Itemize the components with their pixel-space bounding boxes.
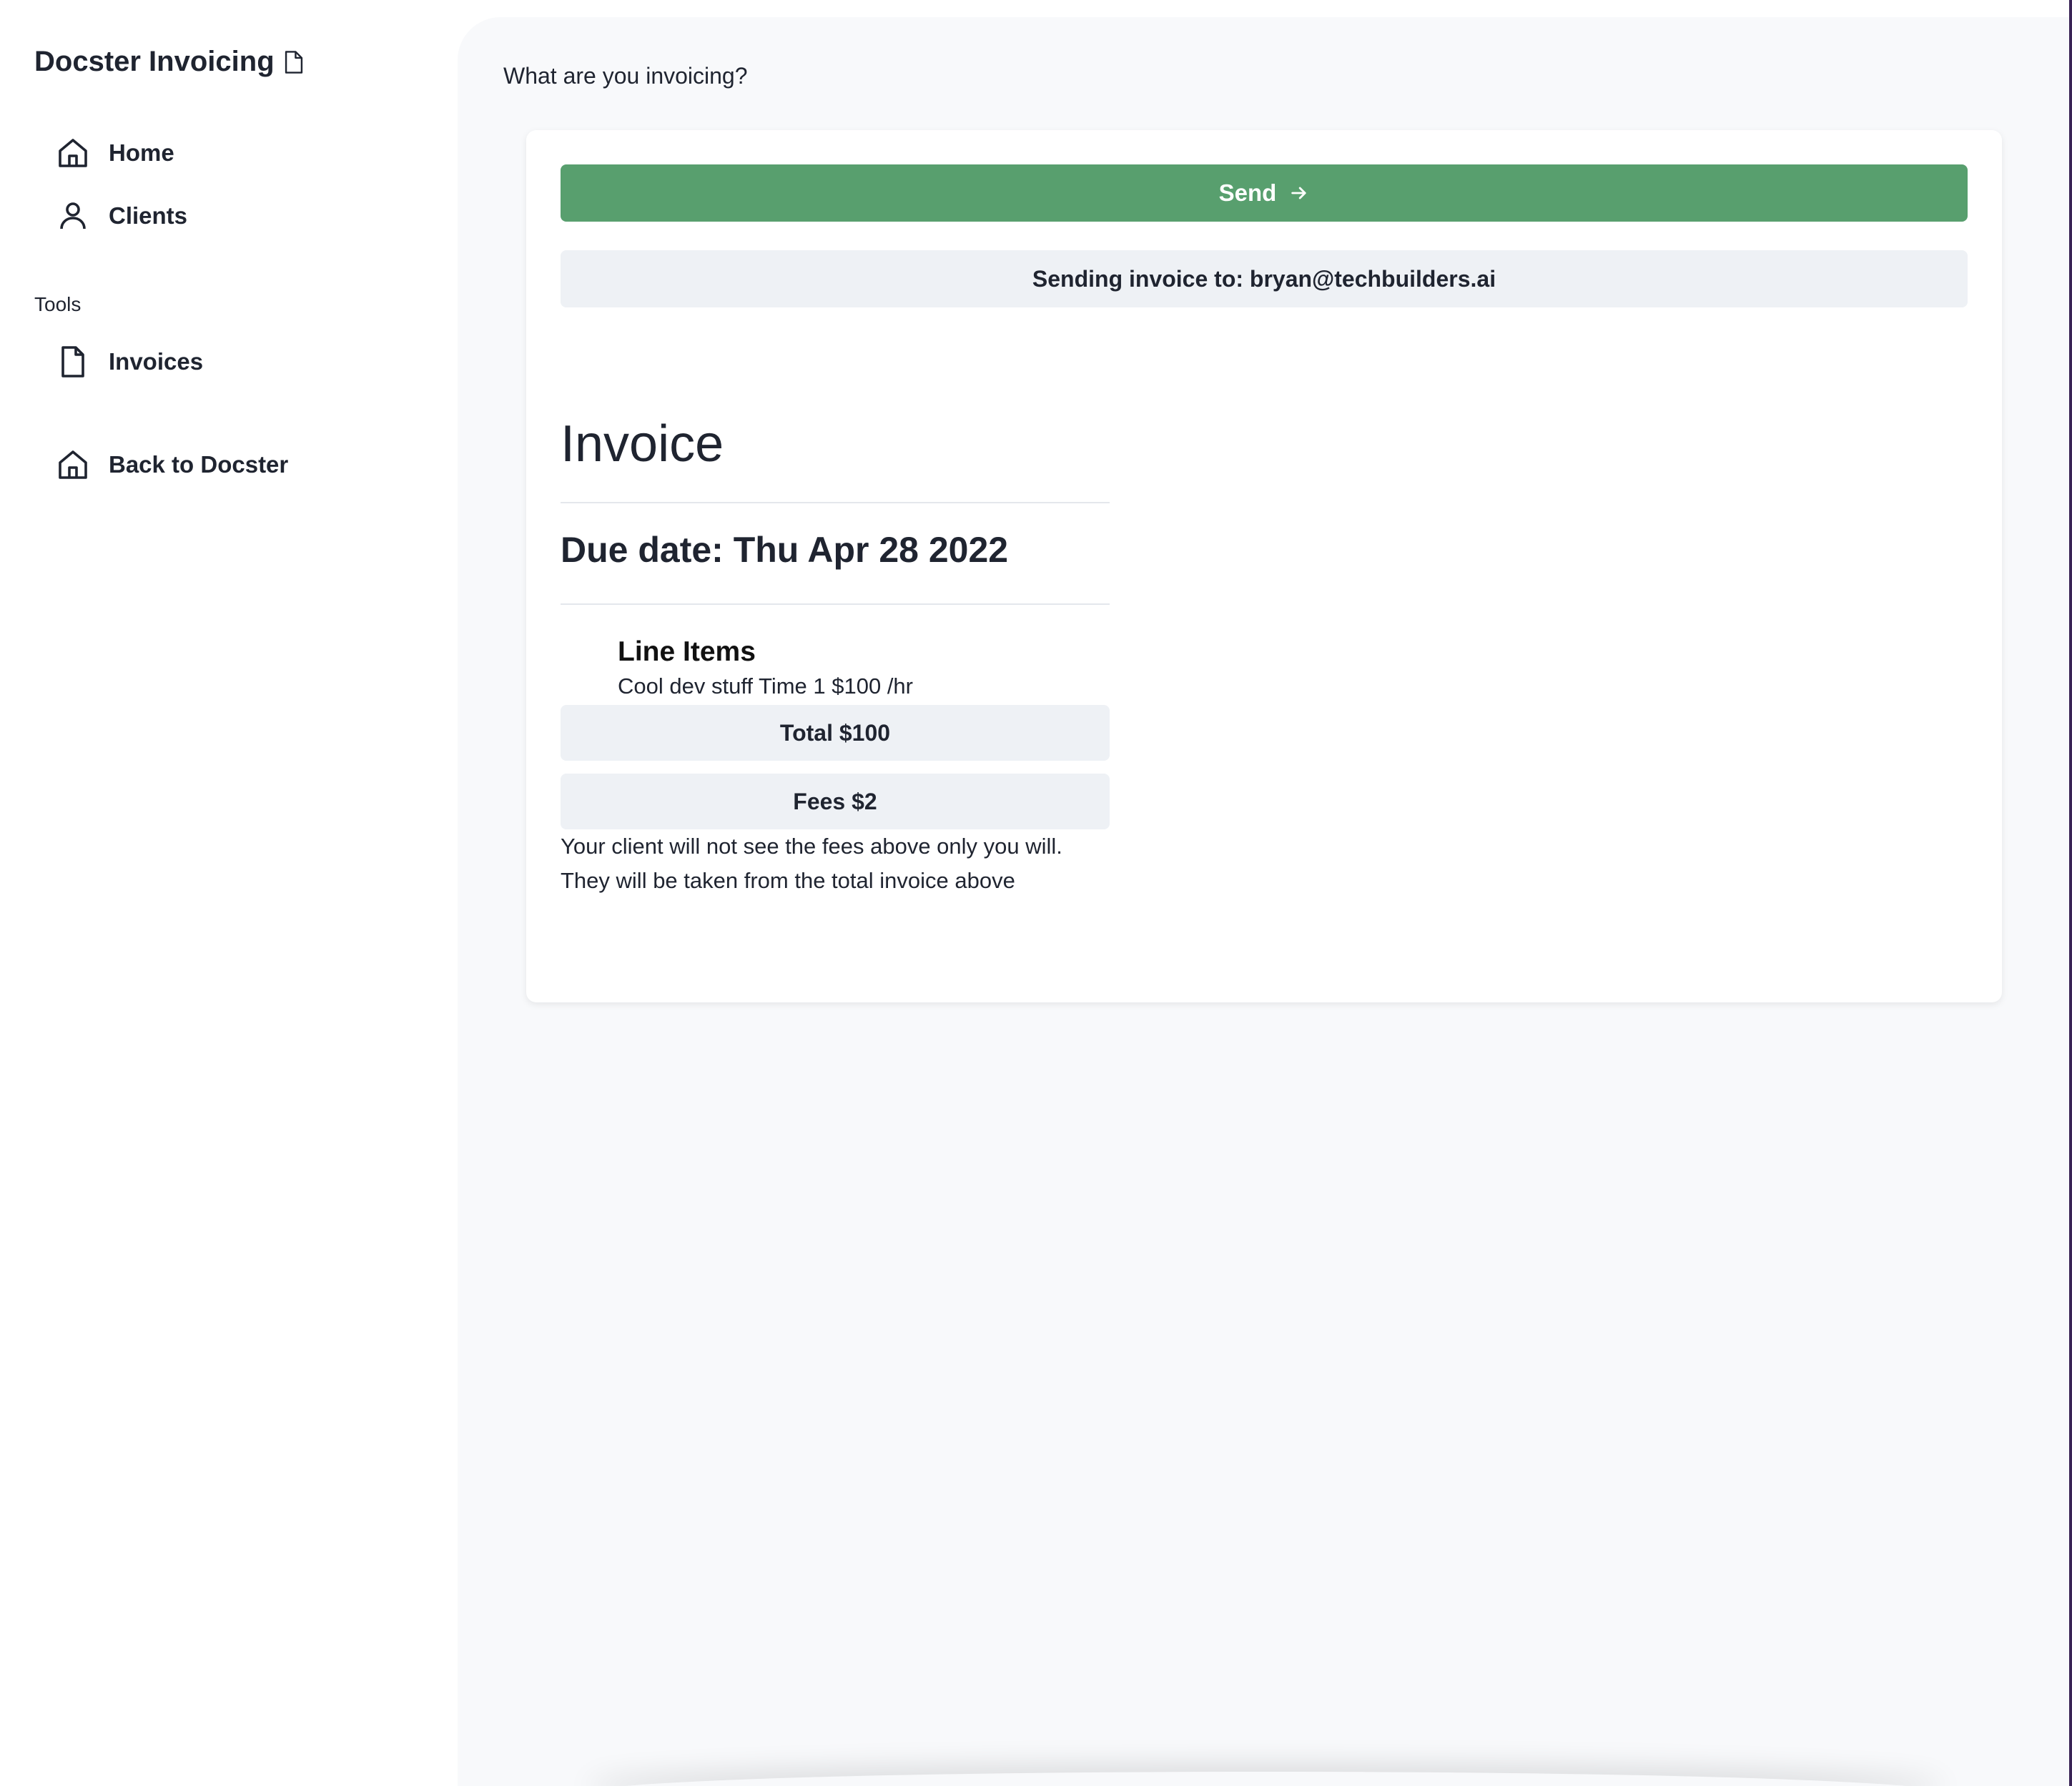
sidebar-item-label: Home bbox=[109, 139, 174, 166]
sidebar-item-label: Invoices bbox=[109, 348, 204, 375]
bottom-shadow bbox=[586, 1772, 1945, 1786]
fees-badge: Fees $2 bbox=[561, 774, 1110, 829]
main-panel: What are you invoicing? Send Sending inv… bbox=[458, 17, 2072, 1786]
sidebar-section-tools: Tools bbox=[34, 293, 82, 315]
send-button[interactable]: Send bbox=[561, 164, 1968, 222]
recipient-text: Sending invoice to: bryan@techbuilders.a… bbox=[1032, 265, 1496, 292]
invoice-card: Send Sending invoice to: bryan@techbuild… bbox=[526, 130, 2002, 1002]
fees-text: Fees $2 bbox=[793, 788, 877, 814]
sidebar-item-back-to-docster[interactable]: Back to Docster bbox=[56, 448, 288, 482]
sidebar-item-label: Clients bbox=[109, 202, 188, 229]
home-icon bbox=[59, 139, 87, 167]
due-date: Due date: Thu Apr 28 2022 bbox=[561, 530, 1009, 570]
sidebar-item-home[interactable]: Home bbox=[56, 136, 174, 170]
total-text: Total $100 bbox=[779, 719, 891, 746]
send-button-label: Send bbox=[1218, 179, 1277, 206]
sidebar-item-invoices[interactable]: Invoices bbox=[56, 345, 203, 379]
sidebar-item-clients[interactable]: Clients bbox=[56, 199, 187, 233]
brand-name: Docster Invoicing bbox=[34, 46, 275, 77]
fees-note-line-1: Your client will not see the fees above … bbox=[561, 834, 1062, 859]
line-items-heading: Line Items bbox=[618, 636, 756, 667]
document-icon bbox=[61, 346, 84, 378]
arrow-right-icon bbox=[1291, 187, 1306, 199]
divider bbox=[561, 502, 1110, 503]
total-badge: Total $100 bbox=[561, 705, 1110, 761]
document-icon bbox=[285, 50, 302, 74]
list-item: Cool dev stuff Time 1 $100 /hr bbox=[618, 674, 913, 699]
divider bbox=[561, 603, 1110, 605]
home-icon bbox=[59, 450, 87, 479]
recipient-banner: Sending invoice to: bryan@techbuilders.a… bbox=[561, 250, 1968, 307]
invoice-title: Invoice bbox=[561, 415, 724, 473]
invoicing-prompt: What are you invoicing? bbox=[503, 63, 748, 89]
user-icon bbox=[60, 202, 86, 230]
fees-note-line-2: They will be taken from the total invoic… bbox=[561, 868, 1015, 893]
sidebar: Docster Invoicing Home Clients Tools Inv… bbox=[0, 0, 458, 1786]
brand[interactable]: Docster Invoicing bbox=[34, 46, 305, 78]
sidebar-item-label: Back to Docster bbox=[109, 451, 289, 478]
window-edge bbox=[2069, 0, 2072, 1786]
